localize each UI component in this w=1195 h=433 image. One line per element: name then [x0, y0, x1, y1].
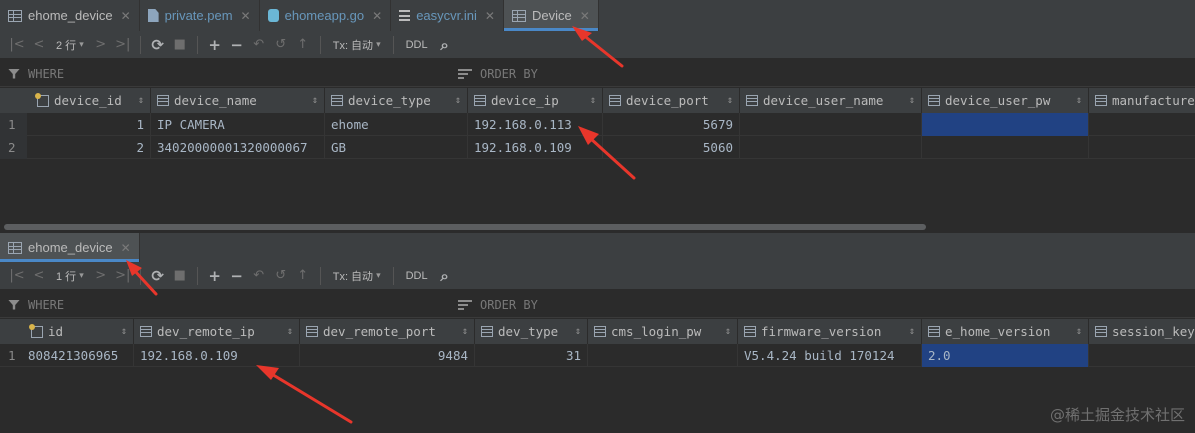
- arrow-to-device-ip: [578, 126, 636, 180]
- arrow-to-ehome-device-tab: [126, 260, 158, 296]
- arrow-to-device-tab: [572, 26, 624, 68]
- annotation-arrows: [126, 26, 636, 424]
- arrow-to-dev-remote-ip: [256, 365, 353, 424]
- watermark: @稀土掘金技术社区: [1049, 406, 1185, 424]
